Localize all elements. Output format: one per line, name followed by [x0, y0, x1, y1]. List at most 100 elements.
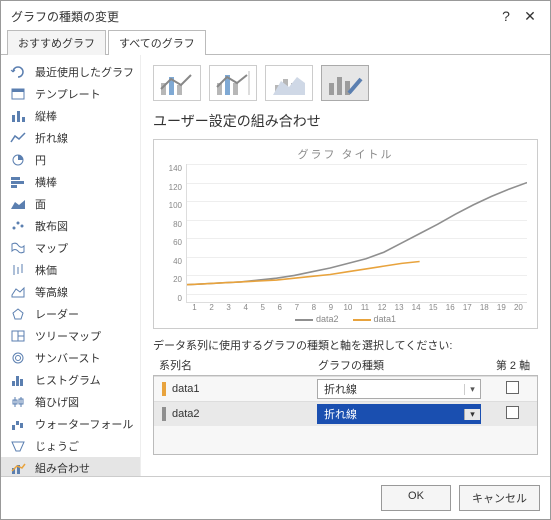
combo-icon — [157, 69, 197, 97]
sidebar-item-histogram[interactable]: ヒストグラム — [1, 369, 140, 391]
sunburst-icon — [9, 350, 27, 366]
sidebar-item-template[interactable]: テンプレート — [1, 83, 140, 105]
surface-icon — [9, 284, 27, 300]
chart-type-dropdown[interactable]: 折れ線▾ — [317, 404, 481, 424]
chart-preview: グラフ タイトル 140120100806040200 123456789101… — [153, 139, 538, 329]
tab-all[interactable]: すべてのグラフ — [108, 30, 206, 55]
titlebar: グラフの種類の変更 ? ✕ — [1, 1, 550, 29]
series-grid: data1折れ線▾data2折れ線▾ — [153, 375, 538, 455]
chevron-down-icon: ▾ — [464, 409, 480, 420]
sidebar-item-line[interactable]: 折れ線 — [1, 127, 140, 149]
col-secondary-axis: 第 2 軸 — [488, 357, 538, 373]
sidebar-item-recent[interactable]: 最近使用したグラフ — [1, 61, 140, 83]
column-icon — [9, 108, 27, 124]
treemap-icon — [9, 328, 27, 344]
line-icon — [9, 130, 27, 146]
sidebar-item-stock[interactable]: 株価 — [1, 259, 140, 281]
sidebar-item-label: 折れ線 — [35, 130, 68, 146]
chevron-down-icon: ▾ — [464, 384, 480, 395]
main-panel: ユーザー設定の組み合わせ グラフ タイトル 140120100806040200… — [141, 55, 550, 476]
ok-button[interactable]: OK — [381, 485, 451, 511]
col-series-name: 系列名 — [153, 357, 318, 373]
sidebar-item-label: 横棒 — [35, 174, 57, 190]
sidebar-item-label: 縦棒 — [35, 108, 57, 124]
sidebar-item-label: サンバースト — [35, 350, 100, 366]
sidebar-item-label: じょうご — [35, 438, 79, 454]
sidebar-item-scatter[interactable]: 散布図 — [1, 215, 140, 237]
cancel-button[interactable]: キャンセル — [459, 485, 540, 511]
series-grid-body: data1折れ線▾data2折れ線▾ — [154, 376, 537, 454]
sidebar-item-label: レーダー — [35, 306, 79, 322]
template-icon — [9, 86, 27, 102]
series-row[interactable]: data2 折れ線▾ — [154, 401, 537, 426]
sidebar-item-label: 面 — [35, 196, 46, 212]
close-button[interactable]: ✕ — [518, 7, 542, 25]
sidebar-item-surface[interactable]: 等高線 — [1, 281, 140, 303]
sidebar-item-label: 株価 — [35, 262, 57, 278]
chart-x-axis: 1234567891011121314151617181920 — [164, 303, 527, 312]
sidebar-item-sunburst[interactable]: サンバースト — [1, 347, 140, 369]
chart-type-dropdown[interactable]: 折れ線▾ — [317, 379, 481, 399]
chart-type-value: 折れ線 — [318, 406, 464, 422]
waterfall-icon — [9, 416, 27, 432]
section-title: ユーザー設定の組み合わせ — [141, 107, 550, 137]
col-chart-type: グラフの種類 — [318, 357, 488, 373]
window-title: グラフの種類の変更 — [11, 8, 494, 25]
series-instructions: データ系列に使用するグラフの種類と軸を選択してください: — [153, 337, 538, 353]
series-color-swatch — [162, 382, 166, 396]
sidebar-item-funnel[interactable]: じょうご — [1, 435, 140, 457]
sidebar-item-radar[interactable]: レーダー — [1, 303, 140, 325]
sidebar-item-label: マップ — [35, 240, 68, 256]
sidebar-item-label: ヒストグラム — [35, 372, 101, 388]
tab-recommended[interactable]: おすすめグラフ — [7, 30, 106, 55]
combo-icon — [9, 460, 27, 476]
sidebar-item-map[interactable]: マップ — [1, 237, 140, 259]
scatter-icon — [9, 218, 27, 234]
sidebar-item-label: 円 — [35, 152, 46, 168]
stock-icon — [9, 262, 27, 278]
sidebar-item-pie[interactable]: 円 — [1, 149, 140, 171]
series-name: data2 — [172, 408, 200, 420]
sidebar-item-label: テンプレート — [35, 86, 101, 102]
sidebar-item-combo[interactable]: 組み合わせ — [1, 457, 140, 476]
subtype-thumb-3[interactable] — [321, 65, 369, 101]
subtype-thumb-0[interactable] — [153, 65, 201, 101]
sidebar-item-label: 最近使用したグラフ — [35, 64, 134, 80]
help-button[interactable]: ? — [494, 7, 518, 25]
tab-bar: おすすめグラフ すべてのグラフ — [1, 29, 550, 55]
pie-icon — [9, 152, 27, 168]
chart-y-axis: 140120100806040200 — [164, 164, 186, 303]
sidebar-item-area[interactable]: 面 — [1, 193, 140, 215]
recent-icon — [9, 64, 27, 80]
sidebar-item-column[interactable]: 縦棒 — [1, 105, 140, 127]
funnel-icon — [9, 438, 27, 454]
sidebar-item-label: 等高線 — [35, 284, 68, 300]
chart-type-value: 折れ線 — [318, 381, 464, 397]
series-row[interactable]: data1 折れ線▾ — [154, 376, 537, 401]
secondary-axis-checkbox[interactable] — [506, 406, 519, 419]
histogram-icon — [9, 372, 27, 388]
sidebar-item-label: 散布図 — [35, 218, 68, 234]
combo-custom-icon — [325, 69, 365, 97]
sidebar-item-label: 組み合わせ — [35, 460, 90, 476]
sidebar-item-boxwhisker[interactable]: 箱ひげ図 — [1, 391, 140, 413]
sidebar-item-label: ウォーターフォール — [35, 416, 133, 432]
sidebar-item-label: ツリーマップ — [35, 328, 101, 344]
combo-icon — [269, 69, 309, 97]
secondary-axis-checkbox[interactable] — [506, 381, 519, 394]
series-name: data1 — [172, 383, 200, 395]
bar-icon — [9, 174, 27, 190]
chart-title: グラフ タイトル — [164, 146, 527, 162]
subtype-thumb-1[interactable] — [209, 65, 257, 101]
chart-legend: data2data1 — [164, 312, 527, 324]
sidebar-item-label: 箱ひげ図 — [35, 394, 79, 410]
map-icon — [9, 240, 27, 256]
sidebar-item-treemap[interactable]: ツリーマップ — [1, 325, 140, 347]
series-grid-header: 系列名 グラフの種類 第 2 軸 — [153, 355, 538, 375]
sidebar-item-waterfall[interactable]: ウォーターフォール — [1, 413, 140, 435]
chart-plot-area — [186, 164, 527, 303]
sidebar-item-bar[interactable]: 横棒 — [1, 171, 140, 193]
combo-icon — [213, 69, 253, 97]
series-color-swatch — [162, 407, 166, 421]
subtype-thumb-2[interactable] — [265, 65, 313, 101]
